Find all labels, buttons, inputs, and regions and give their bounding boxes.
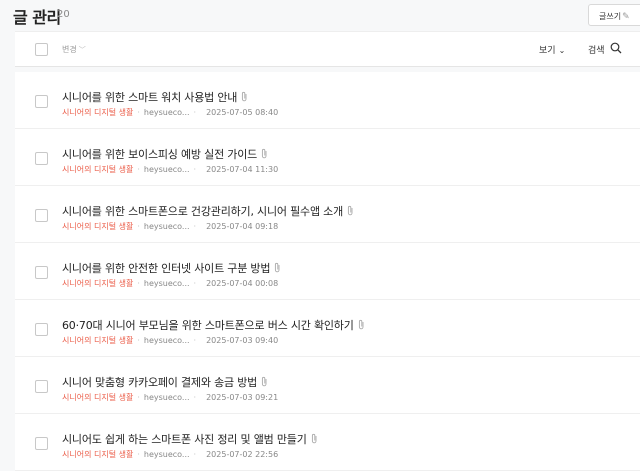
paperclip-icon bbox=[261, 148, 267, 159]
meta-separator: · bbox=[137, 336, 140, 345]
chevron-down-icon: ﹀ bbox=[78, 46, 86, 54]
post-category[interactable]: 시니어의 디지털 생활 bbox=[62, 336, 133, 345]
write-post-button[interactable]: 글쓰기✎ bbox=[588, 4, 640, 26]
meta-separator: · bbox=[137, 393, 140, 402]
meta-separator: · bbox=[137, 108, 140, 117]
post-category[interactable]: 시니어의 디지털 생활 bbox=[62, 222, 133, 231]
post-author: heysueco... bbox=[143, 279, 190, 288]
post-checkbox[interactable] bbox=[35, 209, 48, 222]
post-title-link[interactable]: 시니어를 위한 스마트폰으로 건강관리하기, 시니어 필수앱 소개 bbox=[62, 203, 354, 219]
post-category[interactable]: 시니어의 디지털 생활 bbox=[62, 279, 133, 288]
post-meta: 시니어의 디지털 생활 · heysueco... · 2025-07-04 11:30 bbox=[62, 164, 278, 175]
post-date: 2025-07-04 09:18 bbox=[206, 222, 279, 231]
post-row: 60·70대 시니어 부모님을 위한 스마트폰으로 버스 시간 확인하기 시니어… bbox=[15, 300, 640, 357]
post-row: 시니어를 위한 보이스피싱 예방 실전 가이드 시니어의 디지털 생활 · heys… bbox=[15, 129, 640, 186]
select-all-checkbox[interactable] bbox=[35, 43, 48, 56]
post-title-link[interactable]: 60·70대 시니어 부모님을 위한 스마트폰으로 버스 시간 확인하기 bbox=[62, 317, 365, 333]
post-title: 시니어를 위한 안전한 인터넷 사이트 구분 방법 bbox=[62, 262, 271, 275]
post-title-link[interactable]: 시니어 맞춤형 카카오페이 결제와 송금 방법 bbox=[62, 374, 268, 390]
post-checkbox[interactable] bbox=[35, 152, 48, 165]
page-title: 글 관리 bbox=[13, 8, 61, 27]
change-dropdown[interactable]: 변경 ﹀ bbox=[62, 44, 86, 55]
post-checkbox[interactable] bbox=[35, 380, 48, 393]
post-checkbox[interactable] bbox=[35, 323, 48, 336]
meta-separator: · bbox=[137, 450, 140, 459]
view-button[interactable]: 보기 ⌄ bbox=[539, 43, 565, 56]
paperclip-icon bbox=[261, 376, 267, 387]
post-author: heysueco... bbox=[143, 450, 190, 459]
page-header: 글 관리 20 글쓰기✎ bbox=[0, 0, 640, 30]
post-title: 시니어를 위한 보이스피싱 예방 실전 가이드 bbox=[62, 148, 258, 161]
post-meta: 시니어의 디지털 생활 · heysueco... · 2025-07-05 08:40 bbox=[62, 107, 278, 118]
paperclip-icon bbox=[347, 205, 353, 216]
view-label: 보기 bbox=[539, 46, 556, 56]
post-row: 시니어 맞춤형 카카오페이 결제와 송금 방법 시니어의 디지털 생활 · heys… bbox=[15, 357, 640, 414]
meta-separator: · bbox=[193, 336, 197, 345]
meta-separator: · bbox=[193, 108, 197, 117]
paperclip-icon bbox=[242, 91, 247, 102]
post-title: 시니어도 쉽게 하는 스마트폰 사진 정리 및 앨범 만들기 bbox=[62, 433, 307, 446]
post-date: 2025-07-05 08:40 bbox=[206, 108, 279, 117]
post-title: 60·70대 시니어 부모님을 위한 스마트폰으로 버스 시간 확인하기 bbox=[62, 319, 354, 332]
chevron-down-icon: ⌄ bbox=[558, 46, 566, 55]
post-title-link[interactable]: 시니어를 위한 스마트 워치 사용법 안내 bbox=[62, 89, 248, 105]
post-meta: 시니어의 디지털 생활 · heysueco... · 2025-07-04 09:18 bbox=[62, 221, 278, 232]
meta-separator: · bbox=[193, 279, 197, 288]
post-title: 시니어 맞춤형 카카오페이 결제와 송금 방법 bbox=[62, 376, 258, 389]
post-count: 20 bbox=[57, 9, 70, 20]
post-row: 시니어도 쉽게 하는 스마트폰 사진 정리 및 앨범 만들기 시니어의 디지털 … bbox=[15, 414, 640, 471]
post-checkbox[interactable] bbox=[35, 266, 48, 279]
write-post-label: 글쓰기 bbox=[599, 12, 622, 21]
meta-separator: · bbox=[193, 450, 197, 459]
post-date: 2025-07-03 09:40 bbox=[206, 336, 279, 345]
paperclip-icon bbox=[275, 262, 280, 273]
pencil-icon: ✎ bbox=[622, 12, 630, 22]
post-title-link[interactable]: 시니어를 위한 보이스피싱 예방 실전 가이드 bbox=[62, 146, 268, 162]
meta-separator: · bbox=[137, 279, 140, 288]
post-category[interactable]: 시니어의 디지털 생활 bbox=[62, 165, 133, 174]
post-meta: 시니어의 디지털 생활 · heysueco... · 2025-07-04 00:08 bbox=[62, 278, 278, 289]
post-author: heysueco... bbox=[143, 222, 190, 231]
post-author: heysueco... bbox=[143, 108, 190, 117]
post-row: 시니어를 위한 안전한 인터넷 사이트 구분 방법 시니어의 디지털 생활 · he… bbox=[15, 243, 640, 300]
post-title: 시니어를 위한 스마트 워치 사용법 안내 bbox=[62, 91, 238, 104]
post-title-link[interactable]: 시니어를 위한 안전한 인터넷 사이트 구분 방법 bbox=[62, 260, 281, 276]
post-meta: 시니어의 디지털 생활 · heysueco... · 2025-07-03 09:40 bbox=[62, 335, 278, 346]
meta-separator: · bbox=[137, 222, 140, 231]
meta-separator: · bbox=[137, 165, 140, 174]
post-date: 2025-07-03 09:21 bbox=[206, 393, 279, 402]
meta-separator: · bbox=[193, 165, 197, 174]
post-author: heysueco... bbox=[143, 336, 190, 345]
search-icon bbox=[610, 42, 622, 54]
post-title: 시니어를 위한 스마트폰으로 건강관리하기, 시니어 필수앱 소개 bbox=[62, 205, 343, 218]
post-title-link[interactable]: 시니어도 쉽게 하는 스마트폰 사진 정리 및 앨범 만들기 bbox=[62, 431, 318, 447]
post-row: 시니어를 위한 스마트 워치 사용법 안내 시니어의 디지털 생활 · heysue… bbox=[15, 72, 640, 129]
post-date: 2025-07-04 11:30 bbox=[206, 165, 279, 174]
post-category[interactable]: 시니어의 디지털 생활 bbox=[62, 393, 133, 402]
post-author: heysueco... bbox=[143, 165, 190, 174]
post-category[interactable]: 시니어의 디지털 생활 bbox=[62, 108, 133, 117]
change-label: 변경 bbox=[62, 45, 77, 54]
meta-separator: · bbox=[193, 222, 197, 231]
search-label: 검색 bbox=[588, 46, 605, 56]
paperclip-icon bbox=[358, 319, 364, 330]
post-meta: 시니어의 디지털 생활 · heysueco... · 2025-07-03 09:21 bbox=[62, 392, 278, 403]
search-button[interactable]: 검색 bbox=[588, 42, 622, 56]
post-checkbox[interactable] bbox=[35, 437, 48, 450]
post-date: 2025-07-02 22:56 bbox=[206, 450, 279, 459]
list-toolbar: 변경 ﹀ 보기 ⌄ 검색 bbox=[15, 31, 640, 67]
post-checkbox[interactable] bbox=[35, 95, 48, 108]
post-category[interactable]: 시니어의 디지털 생활 bbox=[62, 450, 133, 459]
post-meta: 시니어의 디지털 생활 · heysueco... · 2025-07-02 22:56 bbox=[62, 449, 278, 460]
post-author: heysueco... bbox=[143, 393, 190, 402]
meta-separator: · bbox=[193, 393, 197, 402]
paperclip-icon bbox=[311, 433, 317, 444]
post-row: 시니어를 위한 스마트폰으로 건강관리하기, 시니어 필수앱 소개 시니어의 디… bbox=[15, 186, 640, 243]
post-date: 2025-07-04 00:08 bbox=[206, 279, 279, 288]
post-list: 시니어를 위한 스마트 워치 사용법 안내 시니어의 디지털 생활 · heysue… bbox=[15, 72, 640, 471]
